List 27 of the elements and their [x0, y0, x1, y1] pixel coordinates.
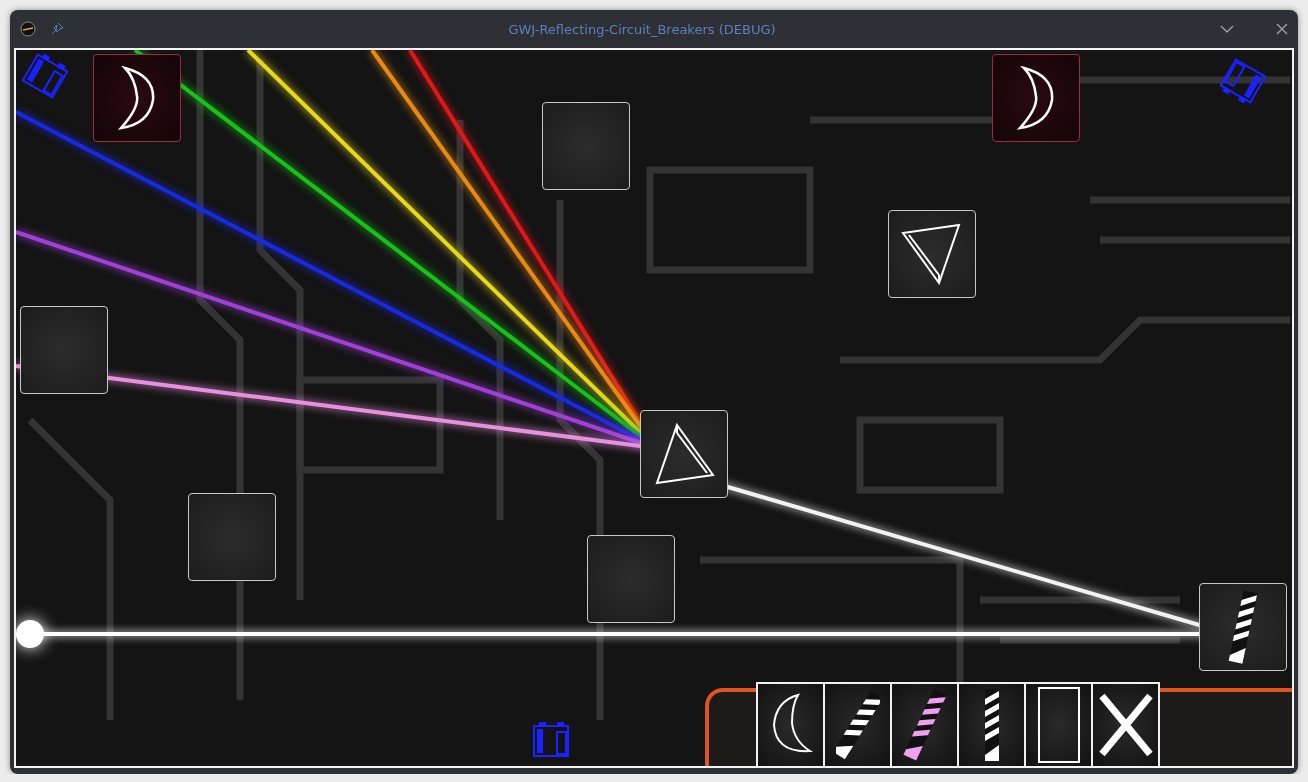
moon-tool[interactable] [758, 684, 825, 766]
prism-tile[interactable] [640, 410, 728, 498]
close-icon[interactable] [1276, 23, 1288, 35]
empty-tile[interactable] [20, 306, 108, 394]
app-icon [20, 21, 36, 37]
filter-mirror-tool[interactable] [892, 684, 959, 766]
striped-mirror-icon [983, 687, 1000, 763]
moon-tile[interactable] [992, 54, 1080, 142]
empty-tile[interactable] [188, 493, 276, 581]
rectangle-icon [1036, 686, 1081, 764]
sensor-icon [1220, 58, 1266, 104]
mirror-tool[interactable] [825, 684, 892, 766]
moon-icon [1016, 66, 1056, 130]
moon-tile[interactable] [93, 54, 181, 142]
pin-icon[interactable] [50, 22, 64, 36]
upright-mirror-tool[interactable] [959, 684, 1026, 766]
empty-tile[interactable] [587, 535, 675, 623]
mirror-tile[interactable] [1199, 583, 1287, 671]
close-icon [1097, 692, 1154, 758]
block-tool[interactable] [1026, 684, 1093, 766]
moon-icon [117, 66, 157, 130]
delete-tool[interactable] [1093, 684, 1158, 766]
window-title: GWJ-Reflecting-Circuit_Breakers (DEBUG) [507, 21, 777, 37]
chevron-down-icon[interactable] [1220, 24, 1234, 34]
prism-tile[interactable] [888, 210, 976, 298]
empty-tile[interactable] [542, 102, 630, 190]
sensor-icon [22, 53, 68, 99]
